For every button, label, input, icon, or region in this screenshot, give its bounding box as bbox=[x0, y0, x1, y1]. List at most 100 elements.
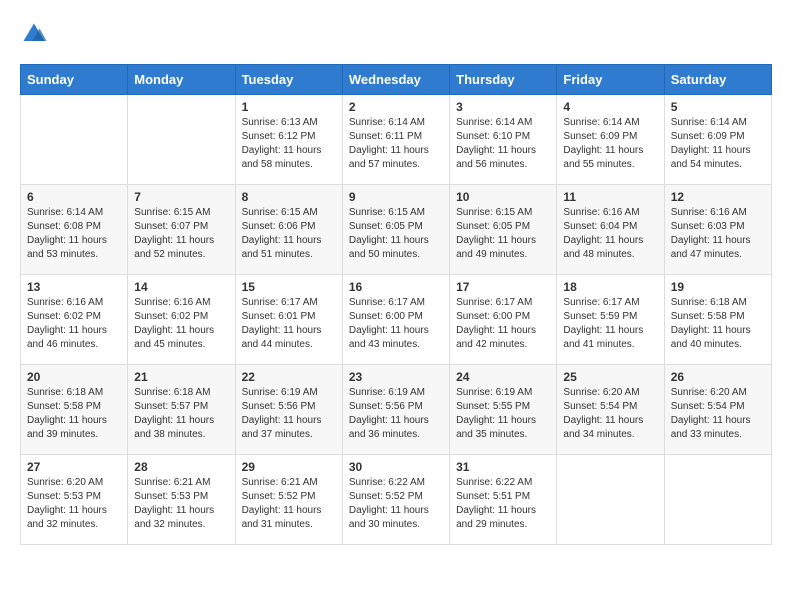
calendar-day-cell bbox=[557, 455, 664, 545]
day-info: Sunrise: 6:16 AMSunset: 6:03 PMDaylight:… bbox=[671, 206, 765, 262]
day-number: 28 bbox=[134, 460, 228, 474]
day-info: Sunrise: 6:19 AMSunset: 5:56 PMDaylight:… bbox=[349, 386, 443, 442]
logo bbox=[20, 20, 52, 48]
day-number: 24 bbox=[456, 370, 550, 384]
day-number: 7 bbox=[134, 190, 228, 204]
day-number: 21 bbox=[134, 370, 228, 384]
day-number: 5 bbox=[671, 100, 765, 114]
calendar-day-cell: 27 Sunrise: 6:20 AMSunset: 5:53 PMDaylig… bbox=[21, 455, 128, 545]
day-info: Sunrise: 6:14 AMSunset: 6:09 PMDaylight:… bbox=[563, 116, 657, 172]
calendar-week-row: 6 Sunrise: 6:14 AMSunset: 6:08 PMDayligh… bbox=[21, 185, 772, 275]
calendar-day-cell: 28 Sunrise: 6:21 AMSunset: 5:53 PMDaylig… bbox=[128, 455, 235, 545]
day-info: Sunrise: 6:15 AMSunset: 6:05 PMDaylight:… bbox=[349, 206, 443, 262]
logo-icon bbox=[20, 20, 48, 48]
calendar-day-cell: 21 Sunrise: 6:18 AMSunset: 5:57 PMDaylig… bbox=[128, 365, 235, 455]
day-number: 6 bbox=[27, 190, 121, 204]
calendar-day-cell: 9 Sunrise: 6:15 AMSunset: 6:05 PMDayligh… bbox=[342, 185, 449, 275]
weekday-header: Wednesday bbox=[342, 65, 449, 95]
calendar-day-cell: 26 Sunrise: 6:20 AMSunset: 5:54 PMDaylig… bbox=[664, 365, 771, 455]
day-number: 15 bbox=[242, 280, 336, 294]
day-number: 11 bbox=[563, 190, 657, 204]
weekday-header: Sunday bbox=[21, 65, 128, 95]
day-info: Sunrise: 6:16 AMSunset: 6:02 PMDaylight:… bbox=[27, 296, 121, 352]
day-info: Sunrise: 6:16 AMSunset: 6:02 PMDaylight:… bbox=[134, 296, 228, 352]
day-info: Sunrise: 6:18 AMSunset: 5:57 PMDaylight:… bbox=[134, 386, 228, 442]
calendar-day-cell: 17 Sunrise: 6:17 AMSunset: 6:00 PMDaylig… bbox=[450, 275, 557, 365]
day-number: 26 bbox=[671, 370, 765, 384]
calendar-day-cell: 30 Sunrise: 6:22 AMSunset: 5:52 PMDaylig… bbox=[342, 455, 449, 545]
weekday-header: Tuesday bbox=[235, 65, 342, 95]
weekday-header: Saturday bbox=[664, 65, 771, 95]
day-number: 29 bbox=[242, 460, 336, 474]
day-info: Sunrise: 6:18 AMSunset: 5:58 PMDaylight:… bbox=[671, 296, 765, 352]
day-number: 25 bbox=[563, 370, 657, 384]
day-info: Sunrise: 6:14 AMSunset: 6:10 PMDaylight:… bbox=[456, 116, 550, 172]
calendar-day-cell: 25 Sunrise: 6:20 AMSunset: 5:54 PMDaylig… bbox=[557, 365, 664, 455]
day-number: 14 bbox=[134, 280, 228, 294]
day-info: Sunrise: 6:20 AMSunset: 5:54 PMDaylight:… bbox=[563, 386, 657, 442]
day-info: Sunrise: 6:21 AMSunset: 5:53 PMDaylight:… bbox=[134, 476, 228, 532]
day-info: Sunrise: 6:15 AMSunset: 6:07 PMDaylight:… bbox=[134, 206, 228, 262]
day-number: 1 bbox=[242, 100, 336, 114]
calendar-day-cell: 6 Sunrise: 6:14 AMSunset: 6:08 PMDayligh… bbox=[21, 185, 128, 275]
calendar-table: SundayMondayTuesdayWednesdayThursdayFrid… bbox=[20, 64, 772, 545]
calendar-day-cell: 8 Sunrise: 6:15 AMSunset: 6:06 PMDayligh… bbox=[235, 185, 342, 275]
calendar-day-cell bbox=[21, 95, 128, 185]
day-info: Sunrise: 6:17 AMSunset: 6:01 PMDaylight:… bbox=[242, 296, 336, 352]
day-number: 20 bbox=[27, 370, 121, 384]
day-number: 18 bbox=[563, 280, 657, 294]
day-info: Sunrise: 6:16 AMSunset: 6:04 PMDaylight:… bbox=[563, 206, 657, 262]
calendar-day-cell: 5 Sunrise: 6:14 AMSunset: 6:09 PMDayligh… bbox=[664, 95, 771, 185]
calendar-day-cell: 24 Sunrise: 6:19 AMSunset: 5:55 PMDaylig… bbox=[450, 365, 557, 455]
calendar-header-row: SundayMondayTuesdayWednesdayThursdayFrid… bbox=[21, 65, 772, 95]
calendar-day-cell: 7 Sunrise: 6:15 AMSunset: 6:07 PMDayligh… bbox=[128, 185, 235, 275]
calendar-day-cell: 31 Sunrise: 6:22 AMSunset: 5:51 PMDaylig… bbox=[450, 455, 557, 545]
calendar-day-cell: 10 Sunrise: 6:15 AMSunset: 6:05 PMDaylig… bbox=[450, 185, 557, 275]
calendar-day-cell: 16 Sunrise: 6:17 AMSunset: 6:00 PMDaylig… bbox=[342, 275, 449, 365]
day-number: 16 bbox=[349, 280, 443, 294]
day-info: Sunrise: 6:14 AMSunset: 6:11 PMDaylight:… bbox=[349, 116, 443, 172]
day-info: Sunrise: 6:21 AMSunset: 5:52 PMDaylight:… bbox=[242, 476, 336, 532]
calendar-day-cell: 3 Sunrise: 6:14 AMSunset: 6:10 PMDayligh… bbox=[450, 95, 557, 185]
weekday-header: Friday bbox=[557, 65, 664, 95]
day-number: 13 bbox=[27, 280, 121, 294]
calendar-day-cell: 1 Sunrise: 6:13 AMSunset: 6:12 PMDayligh… bbox=[235, 95, 342, 185]
day-number: 19 bbox=[671, 280, 765, 294]
calendar-day-cell: 13 Sunrise: 6:16 AMSunset: 6:02 PMDaylig… bbox=[21, 275, 128, 365]
calendar-day-cell bbox=[128, 95, 235, 185]
day-info: Sunrise: 6:22 AMSunset: 5:52 PMDaylight:… bbox=[349, 476, 443, 532]
day-number: 2 bbox=[349, 100, 443, 114]
day-info: Sunrise: 6:19 AMSunset: 5:56 PMDaylight:… bbox=[242, 386, 336, 442]
day-info: Sunrise: 6:19 AMSunset: 5:55 PMDaylight:… bbox=[456, 386, 550, 442]
day-number: 8 bbox=[242, 190, 336, 204]
weekday-header: Thursday bbox=[450, 65, 557, 95]
calendar-day-cell: 22 Sunrise: 6:19 AMSunset: 5:56 PMDaylig… bbox=[235, 365, 342, 455]
calendar-day-cell: 29 Sunrise: 6:21 AMSunset: 5:52 PMDaylig… bbox=[235, 455, 342, 545]
day-number: 4 bbox=[563, 100, 657, 114]
page-header bbox=[20, 20, 772, 48]
calendar-week-row: 13 Sunrise: 6:16 AMSunset: 6:02 PMDaylig… bbox=[21, 275, 772, 365]
calendar-day-cell: 19 Sunrise: 6:18 AMSunset: 5:58 PMDaylig… bbox=[664, 275, 771, 365]
day-info: Sunrise: 6:15 AMSunset: 6:06 PMDaylight:… bbox=[242, 206, 336, 262]
day-number: 23 bbox=[349, 370, 443, 384]
day-info: Sunrise: 6:20 AMSunset: 5:53 PMDaylight:… bbox=[27, 476, 121, 532]
day-info: Sunrise: 6:22 AMSunset: 5:51 PMDaylight:… bbox=[456, 476, 550, 532]
day-info: Sunrise: 6:14 AMSunset: 6:08 PMDaylight:… bbox=[27, 206, 121, 262]
calendar-week-row: 27 Sunrise: 6:20 AMSunset: 5:53 PMDaylig… bbox=[21, 455, 772, 545]
weekday-header: Monday bbox=[128, 65, 235, 95]
calendar-day-cell bbox=[664, 455, 771, 545]
day-info: Sunrise: 6:17 AMSunset: 6:00 PMDaylight:… bbox=[349, 296, 443, 352]
day-info: Sunrise: 6:18 AMSunset: 5:58 PMDaylight:… bbox=[27, 386, 121, 442]
calendar-day-cell: 15 Sunrise: 6:17 AMSunset: 6:01 PMDaylig… bbox=[235, 275, 342, 365]
day-info: Sunrise: 6:20 AMSunset: 5:54 PMDaylight:… bbox=[671, 386, 765, 442]
day-number: 22 bbox=[242, 370, 336, 384]
day-number: 10 bbox=[456, 190, 550, 204]
calendar-day-cell: 12 Sunrise: 6:16 AMSunset: 6:03 PMDaylig… bbox=[664, 185, 771, 275]
day-number: 27 bbox=[27, 460, 121, 474]
day-number: 31 bbox=[456, 460, 550, 474]
calendar-day-cell: 18 Sunrise: 6:17 AMSunset: 5:59 PMDaylig… bbox=[557, 275, 664, 365]
day-number: 9 bbox=[349, 190, 443, 204]
calendar-day-cell: 11 Sunrise: 6:16 AMSunset: 6:04 PMDaylig… bbox=[557, 185, 664, 275]
calendar-day-cell: 14 Sunrise: 6:16 AMSunset: 6:02 PMDaylig… bbox=[128, 275, 235, 365]
calendar-day-cell: 4 Sunrise: 6:14 AMSunset: 6:09 PMDayligh… bbox=[557, 95, 664, 185]
